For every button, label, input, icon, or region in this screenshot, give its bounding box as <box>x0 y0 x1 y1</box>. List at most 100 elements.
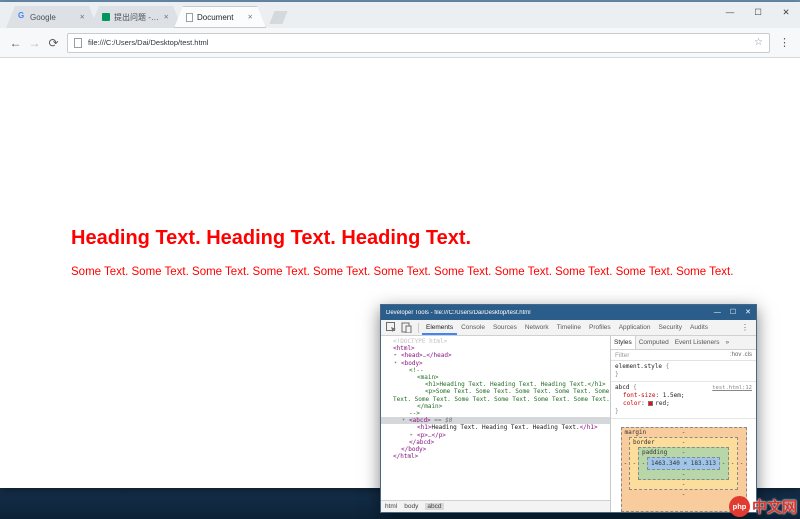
browser-menu-icon[interactable]: ⋮ <box>776 36 794 49</box>
close-brace: } <box>615 371 752 379</box>
border-bottom-value[interactable]: - <box>682 481 686 488</box>
expand-right-icon[interactable]: ▸ <box>394 352 397 359</box>
sidebar-tab-»[interactable]: » <box>723 336 733 349</box>
property-name: font-size <box>623 392 656 399</box>
devtools-tab-audits[interactable]: Audits <box>686 320 712 335</box>
tab-label: 提出问题 - SegmentFa… <box>114 12 160 23</box>
dom-tree-line[interactable]: ▸<head>…</head> <box>381 352 610 359</box>
dom-breadcrumbs: html body abcd <box>381 500 610 512</box>
box-model-margin[interactable]: margin - - border - - <box>621 427 747 512</box>
browser-tab[interactable]: Google✕ <box>6 6 98 28</box>
dom-tree-line[interactable]: </main> <box>381 403 610 410</box>
dom-tree-line[interactable]: <h1>Heading Text. Heading Text. Heading … <box>381 424 610 431</box>
border-right-value[interactable]: - <box>729 460 736 467</box>
expand-right-icon[interactable]: ▸ <box>410 432 413 439</box>
devtools-tab-timeline[interactable]: Timeline <box>553 320 585 335</box>
sidebar-tab-event-listeners[interactable]: Event Listeners <box>672 336 723 349</box>
css-rule: element.style {} <box>611 361 756 382</box>
margin-left-value[interactable]: - <box>622 460 629 467</box>
tab-strip: Google✕提出问题 - SegmentFa…✕Document✕ — ☐ ✕ <box>0 2 800 28</box>
css-property[interactable]: font-size: 1.5em; <box>615 392 752 400</box>
dom-tree-line[interactable]: Text. Some Text. Some Text. Some Text. S… <box>381 396 610 403</box>
expand-down-icon[interactable]: ▾ <box>394 360 397 367</box>
dom-tree-line[interactable]: <!-- <box>381 367 610 374</box>
breadcrumb-body[interactable]: body <box>404 503 418 510</box>
dom-segment: </p> <box>431 432 445 439</box>
dom-tree-line[interactable]: </body> <box>381 446 610 453</box>
padding-top-value[interactable]: - <box>682 449 686 456</box>
property-value: red <box>655 400 666 407</box>
dom-tree-line[interactable]: ▾<body> <box>381 360 610 367</box>
margin-right-value[interactable]: - <box>738 460 745 467</box>
close-icon[interactable]: ✕ <box>772 2 800 22</box>
back-icon[interactable]: ← <box>6 36 25 50</box>
devtools-maximize-icon[interactable]: ☐ <box>730 309 736 316</box>
browser-tab[interactable]: 提出问题 - SegmentFa… ✕ <box>90 6 182 28</box>
dom-tree-line[interactable]: <html> <box>381 345 610 352</box>
dom-segment: <html> <box>393 345 415 352</box>
toolbar-separator <box>418 323 419 333</box>
devtools-tab-profiles[interactable]: Profiles <box>585 320 615 335</box>
devtools-tab-security[interactable]: Security <box>655 320 686 335</box>
dom-segment: Text. Some Text. Some Text. Some Text. S… <box>393 396 610 403</box>
url-text[interactable]: file:///C:/Users/Dai/Desktop/test.html <box>88 38 208 47</box>
device-toolbar-icon[interactable] <box>400 322 413 333</box>
sidebar-tab-styles[interactable]: Styles <box>611 336 636 349</box>
maximize-icon[interactable]: ☐ <box>744 2 772 22</box>
rule-selector[interactable]: abcd <box>615 384 629 391</box>
new-tab-button[interactable] <box>269 11 287 24</box>
dom-tree-line[interactable]: ▾<abcd> == $0 <box>381 417 610 424</box>
devtools-close-icon[interactable]: ✕ <box>745 309 751 316</box>
margin-top-value[interactable]: - <box>682 429 686 436</box>
bookmark-star-icon[interactable]: ☆ <box>754 37 763 48</box>
reload-icon[interactable]: ⟳ <box>44 36 63 50</box>
dom-tree-line[interactable]: --> <box>381 410 610 417</box>
margin-bottom-value[interactable]: - <box>682 491 686 498</box>
breadcrumb-html[interactable]: html <box>385 503 397 510</box>
devtools-titlebar[interactable]: Developer Tools - file:///C:/Users/Dai/D… <box>381 305 756 320</box>
color-swatch[interactable] <box>648 401 653 406</box>
tab-close-icon[interactable]: ✕ <box>80 13 85 21</box>
inspect-element-icon[interactable] <box>385 322 398 333</box>
dom-tree-line[interactable]: <!DOCTYPE html> <box>381 338 610 345</box>
dom-tree-line[interactable]: <p>Some Text. Some Text. Some Text. Some… <box>381 388 610 395</box>
box-model-border[interactable]: border - - padding - <box>629 437 738 490</box>
padding-right-value[interactable]: - <box>720 460 727 467</box>
styles-filter-input[interactable]: Filter <box>615 352 629 359</box>
devtools-tab-sources[interactable]: Sources <box>489 320 521 335</box>
devtools-tab-network[interactable]: Network <box>521 320 553 335</box>
minimize-icon[interactable]: — <box>716 2 744 22</box>
rule-source-link[interactable]: test.html:12 <box>712 384 752 392</box>
dom-tree-line[interactable]: ▸<p>…</p> <box>381 432 610 439</box>
breadcrumb-abcd[interactable]: abcd <box>425 503 443 510</box>
tab-close-icon[interactable]: ✕ <box>248 13 253 21</box>
php-cn-watermark: php 中文网 <box>729 496 797 517</box>
dom-tree-line[interactable]: <main> <box>381 374 610 381</box>
dom-tree-line[interactable]: </html> <box>381 453 610 460</box>
browser-tab[interactable]: Document✕ <box>174 6 266 28</box>
devtools-tab-console[interactable]: Console <box>457 320 489 335</box>
desktop-wallpaper: Google✕提出问题 - SegmentFa…✕Document✕ — ☐ ✕… <box>0 0 800 519</box>
devtools-minimize-icon[interactable]: — <box>714 309 721 316</box>
address-bar[interactable]: file:///C:/Users/Dai/Desktop/test.html ☆ <box>67 33 770 53</box>
dom-tree: <!DOCTYPE html><html>▸<head>…</head>▾<bo… <box>381 336 610 500</box>
devtools-kebab-icon[interactable]: ⋮ <box>738 323 752 332</box>
padding-left-value[interactable]: - <box>640 460 647 467</box>
dom-tree-line[interactable]: <h1>Heading Text. Heading Text. Heading … <box>381 381 610 388</box>
expand-down-icon[interactable]: ▾ <box>402 417 405 424</box>
box-model-padding[interactable]: padding - - 1463.340 × 183.313 - <box>638 447 729 480</box>
rule-selector[interactable]: element.style <box>615 363 662 370</box>
css-property[interactable]: color: red; <box>615 400 752 408</box>
border-left-value[interactable]: - <box>631 460 638 467</box>
devtools-tab-application[interactable]: Application <box>615 320 655 335</box>
border-top-value[interactable]: - <box>682 439 686 446</box>
dom-segment: <p>Some Text. Some Text. Some Text. Some… <box>425 388 610 395</box>
pseudo-class-toggles[interactable]: :hov .cls <box>730 352 752 358</box>
tab-close-icon[interactable]: ✕ <box>164 13 169 21</box>
devtools-tab-elements[interactable]: Elements <box>422 320 457 335</box>
forward-icon[interactable]: → <box>25 36 44 50</box>
padding-bottom-value[interactable]: - <box>682 471 686 478</box>
sidebar-tab-computed[interactable]: Computed <box>636 336 672 349</box>
box-model-content[interactable]: 1463.340 × 183.313 <box>647 457 720 470</box>
dom-tree-line[interactable]: </abcd> <box>381 439 610 446</box>
